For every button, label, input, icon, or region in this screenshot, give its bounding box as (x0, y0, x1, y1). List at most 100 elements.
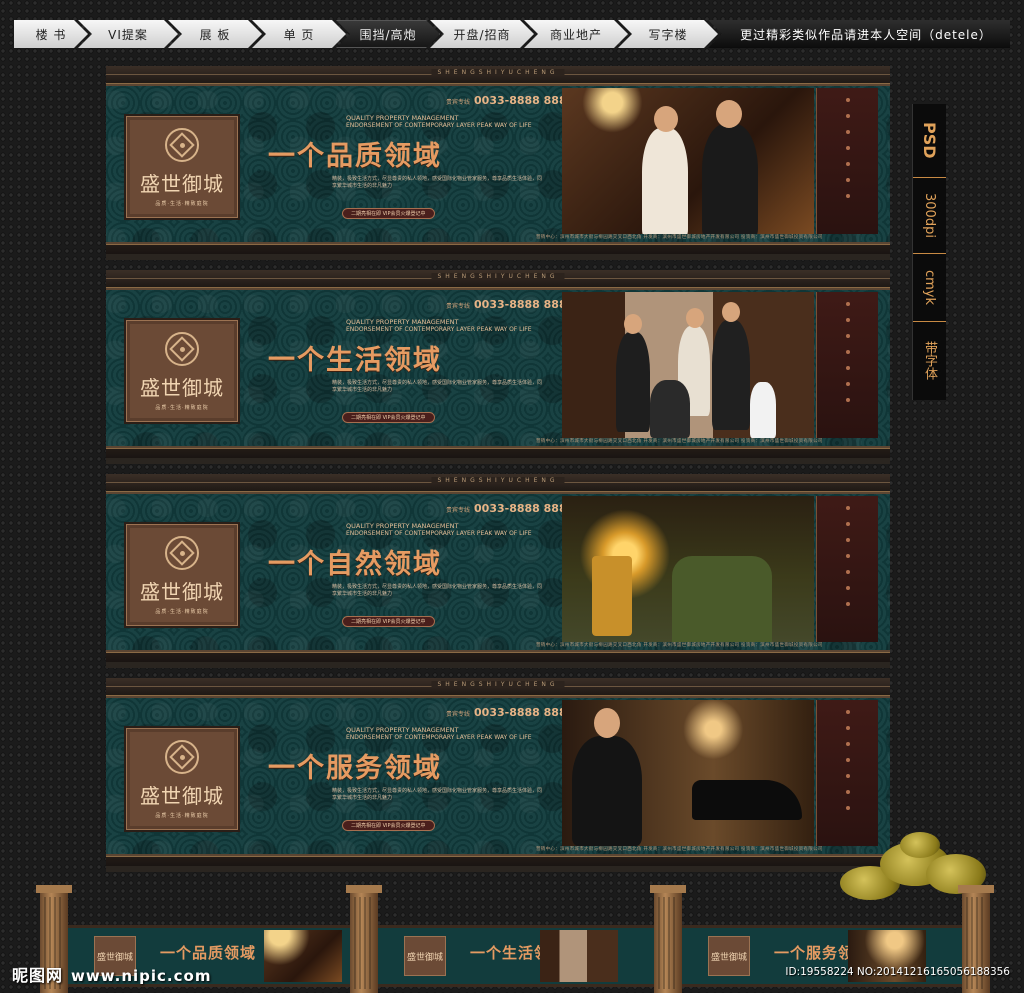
panel-photo (562, 496, 814, 642)
category-breadcrumb-nav: 楼 书 VI提案 展 板 单 页 围挡/高炮 开盘/招商 商业地产 写字楼 更过… (14, 20, 1010, 48)
brand-logo: 盛世御城 品质·生活·精致庭院 (126, 524, 238, 626)
brand-tagline: 品质·生活·精致庭院 (155, 200, 209, 207)
body-copy: 精装，极致生活方式，尽显尊贵的私人领地，感受国际化物业管家服务，尊享品质生活体验… (332, 380, 543, 393)
scene-figure (572, 736, 642, 846)
body-copy: 精装，极致生活方式，尽显尊贵的私人领地，感受国际化物业管家服务，尊享品质生活体验… (332, 788, 543, 801)
scene-figure (642, 128, 688, 234)
brand-logo: 盛世御城 品质·生活·精致庭院 (126, 728, 238, 830)
spec-fonts: 带字体 (922, 340, 937, 380)
panel-top-cap: SHENGSHIYUCHENG (106, 66, 890, 84)
pinyin-line: SHENGSHIYUCHENG (431, 681, 565, 688)
nav-tab-hoarding[interactable]: 围挡/高炮 (336, 20, 440, 48)
scene-figure (592, 556, 632, 636)
scene-figure (750, 382, 776, 438)
vip-registration-badge: 二期亮相在即 VIP会员火爆登记中 (342, 820, 435, 831)
developer-footnote: 营销中心：滨州市城市大街与柳园路交叉口西北角 开发商：滨州市盛世御城房地产开发有… (536, 235, 823, 240)
file-spec-tags: PSD 300dpi cmyk 带字体 (912, 104, 946, 400)
vip-registration-badge: 二期亮相在即 VIP会员火爆登记中 (342, 208, 435, 219)
vip-registration-badge: 二期亮相在即 VIP会员火爆登记中 (342, 412, 435, 423)
developer-footnote: 营销中心：滨州市城市大街与柳园路交叉口西北角 开发商：滨州市盛世御城房地产开发有… (536, 439, 823, 444)
side-ornament-strip (816, 700, 878, 846)
mini-logo: 盛世御城 (404, 936, 446, 976)
side-ornament-strip (816, 88, 878, 234)
scene-figure (672, 556, 772, 642)
body-copy: 精装，极致生活方式，尽显尊贵的私人领地，感受国际化物业管家服务，尊享品质生活体验… (332, 176, 543, 189)
panel-top-cap: SHENGSHIYUCHENG (106, 474, 890, 492)
panel-slogan: 一个自然领域 (268, 549, 442, 580)
brand-tagline: 品质·生活·精致庭院 (155, 404, 209, 411)
developer-footnote: 营销中心：滨州市城市大街与柳园路交叉口西北角 开发商：滨州市盛世御城房地产开发有… (536, 643, 823, 648)
english-line-1: QUALITY PROPERTY MANAGEMENT (346, 318, 459, 326)
brand-emblem-icon (165, 739, 199, 774)
panel-slogan: 一个生活领域 (268, 345, 442, 376)
site-url: www.nipic.com (71, 967, 212, 985)
body-copy: 精装，极致生活方式，尽显尊贵的私人领地，感受国际化物业管家服务，尊享品质生活体验… (332, 584, 543, 597)
site-watermark: 昵图网 www.nipic.com (12, 962, 211, 986)
brand-name: 盛世御城 (140, 171, 224, 196)
brand-tagline: 品质·生活·精致庭院 (155, 812, 209, 819)
mini-photo (540, 930, 618, 982)
panel-photo (562, 700, 814, 846)
person-head (686, 308, 704, 328)
billboard-panels: SHENGSHIYUCHENG 盛世御城 品质·生活·精致庭院 贵宾专线 0033… (106, 66, 890, 882)
brand-logo: 盛世御城 品质·生活·精致庭院 (126, 116, 238, 218)
scene-figure (616, 332, 650, 432)
panel-photo (562, 88, 814, 234)
billboard-panel: SHENGSHIYUCHENG 盛世御城 品质·生活·精致庭院 贵宾专线 0033… (106, 474, 890, 668)
scene-figure (650, 380, 690, 438)
english-line-1: QUALITY PROPERTY MANAGEMENT (346, 114, 459, 122)
mini-slogan: 一个品质领域 (160, 944, 257, 962)
image-id-watermark: ID:19558224 NO:20141216165056188356 (785, 966, 1010, 978)
english-line-2: ENDORSEMENT OF CONTEMPORARY LAYER PEAK W… (346, 122, 532, 129)
mini-panel: 盛世御城 一个生活领域 (378, 925, 654, 987)
pillar (650, 885, 686, 993)
nav-tab-vi-proposal[interactable]: VI提案 (78, 20, 178, 48)
spec-color-mode: cmyk (913, 254, 946, 322)
panel-face: 盛世御城 品质·生活·精致庭院 贵宾专线 0033-8888 888/666 QU… (106, 288, 890, 448)
vip-registration-badge: 二期亮相在即 VIP会员火爆登记中 (342, 616, 435, 627)
english-tagline: QUALITY PROPERTY MANAGEMENT ENDORSEMENT … (346, 726, 532, 742)
english-tagline: QUALITY PROPERTY MANAGEMENT ENDORSEMENT … (346, 522, 532, 538)
brand-logo: 盛世御城 品质·生活·精致庭院 (126, 320, 238, 422)
panel-face: 盛世御城 品质·生活·精致庭院 贵宾专线 0033-8888 888/666 QU… (106, 84, 890, 244)
billboard-panel: SHENGSHIYUCHENG 盛世御城 品质·生活·精致庭院 贵宾专线 0033… (106, 678, 890, 872)
english-tagline: QUALITY PROPERTY MANAGEMENT ENDORSEMENT … (346, 318, 532, 334)
mini-photo (264, 930, 342, 982)
person-head (716, 100, 742, 128)
english-line-2: ENDORSEMENT OF CONTEMPORARY LAYER PEAK W… (346, 326, 532, 333)
brand-name: 盛世御城 (140, 375, 224, 400)
hotline-label: 贵宾专线 (446, 506, 471, 514)
nav-tab-commercial[interactable]: 商业地产 (524, 20, 628, 48)
brand-name: 盛世御城 (140, 579, 224, 604)
brand-emblem-icon (165, 127, 199, 162)
english-line-2: ENDORSEMENT OF CONTEMPORARY LAYER PEAK W… (346, 734, 532, 741)
pillar (346, 885, 382, 993)
panel-top-cap: SHENGSHIYUCHENG (106, 270, 890, 288)
site-name: 昵图网 (12, 966, 64, 985)
nav-tab-brochure[interactable]: 楼 书 (14, 20, 88, 48)
english-line-1: QUALITY PROPERTY MANAGEMENT (346, 726, 459, 734)
nav-tab-display-board[interactable]: 展 板 (168, 20, 262, 48)
panel-base (106, 448, 890, 464)
scene-figure (702, 124, 758, 234)
person-head (624, 314, 642, 334)
panel-slogan: 一个服务领域 (268, 753, 442, 784)
brand-name: 盛世御城 (140, 783, 224, 808)
nav-tab-office[interactable]: 写字楼 (618, 20, 718, 48)
nav-tab-leaflet[interactable]: 单 页 (252, 20, 346, 48)
nav-tab-opening[interactable]: 开盘/招商 (430, 20, 534, 48)
panel-top-cap: SHENGSHIYUCHENG (106, 678, 890, 696)
panel-face: 盛世御城 品质·生活·精致庭院 贵宾专线 0033-8888 888/666 QU… (106, 492, 890, 652)
brand-tagline: 品质·生活·精致庭院 (155, 608, 209, 615)
panel-base (106, 856, 890, 872)
hotline-label: 贵宾专线 (446, 710, 471, 718)
spec-format: PSD (913, 104, 946, 178)
mini-logo: 盛世御城 (708, 936, 750, 976)
scene-figure (712, 320, 750, 430)
nav-more-works-link[interactable]: 更过精彩类似作品请进本人空间（detele） (708, 20, 1010, 48)
person-head (654, 106, 678, 132)
english-line-2: ENDORSEMENT OF CONTEMPORARY LAYER PEAK W… (346, 530, 532, 537)
brand-emblem-icon (165, 331, 199, 366)
pinyin-line: SHENGSHIYUCHENG (431, 69, 565, 76)
pinyin-line: SHENGSHIYUCHENG (431, 273, 565, 280)
